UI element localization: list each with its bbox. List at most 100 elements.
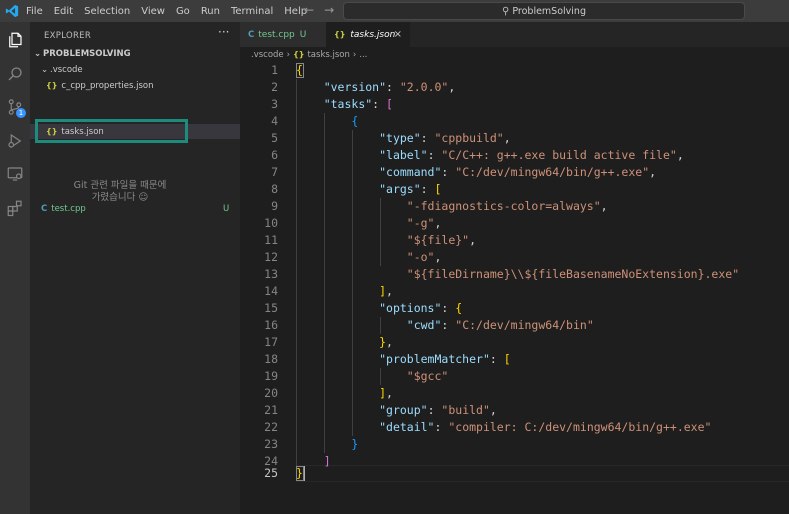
chevron-right-icon: › bbox=[352, 50, 357, 60]
untracked-status: U bbox=[223, 204, 230, 214]
line-number: 14 bbox=[264, 284, 278, 298]
line-number: 19 bbox=[264, 369, 278, 383]
json-file-icon: {} bbox=[293, 50, 305, 59]
code-line-21: "group": "build", bbox=[379, 403, 497, 417]
more-actions-icon[interactable]: ··· bbox=[218, 25, 229, 39]
highlight-annotation bbox=[35, 119, 188, 143]
code-line-22: "detail": "compiler: C:/dev/mingw64/bin/… bbox=[379, 420, 712, 434]
line-number: 8 bbox=[271, 182, 278, 196]
bracket-match-highlight bbox=[296, 466, 304, 481]
command-center[interactable]: ⚲ ProblemSolving bbox=[343, 2, 745, 20]
line-number: 10 bbox=[264, 216, 278, 230]
code-line-11: "${file}", bbox=[406, 233, 477, 247]
folder-vscode-label: .vscode bbox=[50, 65, 83, 75]
cpp-file-icon: C bbox=[41, 204, 48, 214]
tab-test-cpp[interactable]: C test.cpp U bbox=[240, 22, 326, 47]
tab-tasks-json[interactable]: {} tasks.json × bbox=[326, 22, 410, 47]
file-test-label: test.cpp bbox=[51, 204, 86, 214]
menu-terminal[interactable]: Terminal bbox=[231, 6, 273, 17]
menu-view[interactable]: View bbox=[141, 6, 165, 17]
line-number: 1 bbox=[271, 63, 278, 77]
cpp-file-icon: C bbox=[248, 29, 255, 40]
code-line-20: ], bbox=[379, 386, 393, 400]
file-c-cpp-label: c_cpp_properties.json bbox=[61, 81, 154, 91]
activity-bar: 1 bbox=[0, 22, 30, 514]
code-editor[interactable]: 1 2 3 4 5 6 7 8 9 10 11 12 13 14 15 16 17 18 19 20 21 22 23 24 2… bbox=[240, 62, 789, 514]
code-line-23: } bbox=[351, 437, 359, 451]
json-string: "cppbuild" bbox=[434, 131, 504, 145]
file-test-cpp[interactable]: Ctest.cpp U bbox=[30, 202, 251, 217]
menu-run[interactable]: Run bbox=[201, 6, 220, 17]
explorer-icon[interactable] bbox=[0, 25, 30, 55]
line-number: 6 bbox=[271, 148, 278, 162]
json-string: "-o" bbox=[406, 250, 435, 264]
code-line-18: "problemMatcher": [ bbox=[379, 352, 511, 366]
breadcrumb-tail[interactable]: ... bbox=[359, 50, 367, 60]
line-number: 12 bbox=[264, 250, 278, 264]
code-line-17: }, bbox=[379, 335, 393, 349]
navigation-arrows: ← → bbox=[304, 3, 344, 17]
json-string: "${fileDirname}\\${fileBasenameNoExtensi… bbox=[406, 267, 740, 281]
json-string: "compiler: C:/dev/mingw64/bin/g++.exe" bbox=[448, 420, 712, 434]
title-bar: File Edit Selection View Go Run Terminal… bbox=[0, 0, 789, 22]
forward-arrow-icon[interactable]: → bbox=[324, 3, 334, 17]
extensions-icon[interactable] bbox=[0, 193, 30, 223]
line-number: 16 bbox=[264, 318, 278, 332]
code-line-15: "options": { bbox=[379, 301, 463, 315]
code-line-16: "cwd": "C:/dev/mingw64/bin" bbox=[406, 318, 594, 332]
json-key: "cwd" bbox=[406, 318, 442, 332]
line-number: 13 bbox=[264, 267, 278, 281]
json-string: "C/C++: g++.exe build active file" bbox=[441, 148, 677, 162]
folder-vscode[interactable]: ⌄ .vscode bbox=[30, 63, 251, 78]
code-line-12: "-o", bbox=[406, 250, 442, 264]
json-string: "2.0.0" bbox=[399, 80, 449, 94]
json-key: "version" bbox=[323, 80, 387, 94]
json-key: "options" bbox=[379, 301, 442, 315]
code-line-4: { bbox=[351, 114, 359, 128]
run-debug-icon[interactable] bbox=[0, 126, 30, 156]
breadcrumb-folder[interactable]: .vscode bbox=[251, 50, 284, 60]
git-note-line1: Git 관련 파일을 때문에 bbox=[73, 180, 167, 191]
code-line-5: "type": "cppbuild", bbox=[379, 131, 511, 145]
json-string: "-fdiagnostics-color=always" bbox=[406, 199, 601, 213]
code-line-14: ], bbox=[379, 284, 393, 298]
code-line-2: "version": "2.0.0", bbox=[323, 80, 456, 94]
json-key: "detail" bbox=[379, 420, 435, 434]
menu-file[interactable]: File bbox=[26, 6, 43, 17]
git-hidden-note: Git 관련 파일을 때문에 가렸습니다 ☺ bbox=[30, 180, 210, 204]
root-folder-label: PROBLEMSOLVING bbox=[43, 49, 131, 59]
source-control-badge: 1 bbox=[16, 108, 26, 118]
json-string: "C:/dev/mingw64/bin/g++.exe" bbox=[455, 165, 650, 179]
explorer-sidebar: EXPLORER ··· ⌄ PROBLEMSOLVING ⌄ .vscode {}… bbox=[30, 22, 256, 514]
line-number: 9 bbox=[271, 199, 278, 213]
json-file-icon: {} bbox=[334, 30, 346, 39]
line-number: 21 bbox=[264, 403, 278, 417]
line-number: 22 bbox=[264, 420, 278, 434]
json-string: "C:/dev/mingw64/bin" bbox=[455, 318, 594, 332]
menu-selection[interactable]: Selection bbox=[84, 6, 130, 17]
search-icon[interactable] bbox=[0, 59, 30, 89]
breadcrumb-file[interactable]: tasks.json bbox=[307, 50, 349, 60]
menu-edit[interactable]: Edit bbox=[54, 6, 73, 17]
chevron-down-icon: ⌄ bbox=[41, 65, 49, 75]
source-control-icon[interactable]: 1 bbox=[0, 92, 30, 122]
json-key: "problemMatcher" bbox=[379, 352, 490, 366]
code-line-19: "$gcc" bbox=[296, 368, 449, 385]
json-key: "command" bbox=[379, 165, 442, 179]
line-number: 17 bbox=[264, 335, 278, 349]
remote-explorer-icon[interactable] bbox=[0, 159, 30, 189]
line-number: 18 bbox=[264, 352, 278, 366]
json-string: "-g" bbox=[406, 216, 435, 230]
back-arrow-icon[interactable]: ← bbox=[304, 3, 314, 17]
code-line-10: "-g", bbox=[406, 216, 442, 230]
menu-go[interactable]: Go bbox=[176, 6, 190, 17]
json-file-icon: {} bbox=[46, 81, 58, 90]
close-icon[interactable]: × bbox=[394, 29, 402, 40]
line-number: 7 bbox=[271, 165, 278, 179]
json-string: "build" bbox=[441, 403, 490, 417]
vscode-logo-icon bbox=[5, 4, 19, 18]
tab-test-cpp-label: test.cpp bbox=[258, 29, 295, 40]
root-folder[interactable]: ⌄ PROBLEMSOLVING bbox=[30, 47, 244, 62]
json-key: "args" bbox=[379, 182, 421, 196]
file-c-cpp-properties[interactable]: {} c_cpp_properties.json bbox=[30, 78, 256, 93]
